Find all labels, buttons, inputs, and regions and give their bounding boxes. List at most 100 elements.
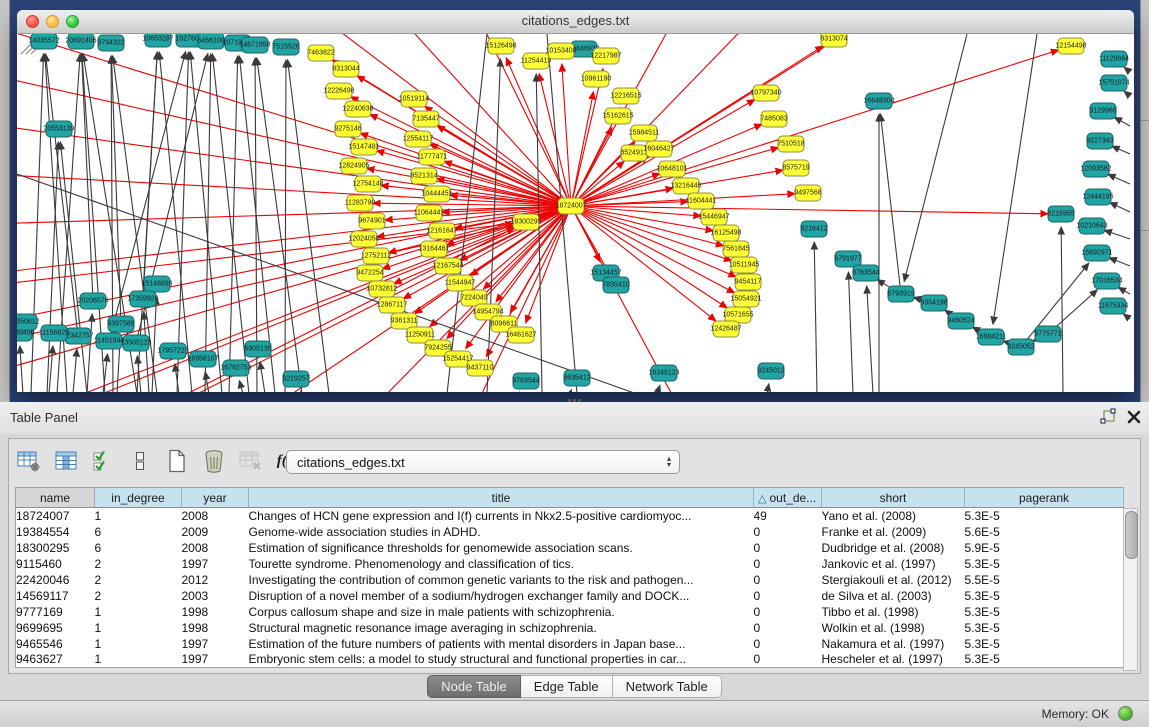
network-node[interactable]: 7463822 <box>308 45 335 62</box>
vertical-scrollbar[interactable] <box>1123 508 1138 671</box>
network-node[interactable]: 12093582 <box>1083 161 1110 178</box>
network-node[interactable]: 8575719 <box>783 160 810 177</box>
cell-title[interactable]: Corpus callosum shape and size in male p… <box>249 604 754 620</box>
network-node[interactable]: 11451944 <box>96 333 123 350</box>
network-node[interactable]: 17016534 <box>1094 273 1121 290</box>
network-node[interactable]: 5905135 <box>245 341 272 358</box>
cell-pagerank[interactable]: 5.3E-5 <box>965 636 1124 652</box>
network-node[interactable]: 16648304 <box>866 93 893 110</box>
cell-name[interactable]: 19384554 <box>16 524 95 540</box>
network-node[interactable]: 9227343 <box>1087 133 1114 150</box>
network-node[interactable]: 7561845 <box>723 241 750 258</box>
network-node[interactable]: 12867117 <box>379 297 406 314</box>
network-node[interactable]: 6793919 <box>888 286 915 303</box>
network-node[interactable]: 11604441 <box>688 193 715 210</box>
cell-year[interactable]: 1998 <box>182 620 249 636</box>
cell-pagerank[interactable]: 5.6E-5 <box>965 524 1124 540</box>
cell-name[interactable]: 9463627 <box>16 652 95 668</box>
table-row[interactable]: 977716911998Corpus callosum shape and si… <box>16 604 1124 620</box>
cell-name[interactable]: 9699695 <box>16 620 95 636</box>
network-node[interactable]: 10648101 <box>659 161 686 178</box>
network-node[interactable]: 12154498 <box>1058 38 1085 55</box>
cell-pagerank[interactable]: 5.3E-5 <box>965 588 1124 604</box>
network-node[interactable]: 18724007 <box>558 198 585 215</box>
cell-short[interactable]: Stergiakouli et al. (2012) <box>822 572 965 588</box>
cell-pagerank[interactable]: 5.9E-5 <box>965 540 1124 556</box>
cell-short[interactable]: Jankovic et al. (1997) <box>822 556 965 572</box>
table-row[interactable]: 946554611997Estimation of the future num… <box>16 636 1124 652</box>
cell-out_degree[interactable]: 0 <box>754 540 822 556</box>
column-header-title[interactable]: title <box>249 488 754 508</box>
network-node[interactable]: 9397588 <box>108 316 135 333</box>
cell-short[interactable]: Tibbo et al. (1998) <box>822 604 965 620</box>
network-node[interactable]: 9275146 <box>335 121 362 138</box>
window-titlebar[interactable]: citations_edges.txt <box>17 10 1134 34</box>
cell-title[interactable]: Changes of HCN gene expression and I(f) … <box>249 508 754 524</box>
cell-year[interactable]: 1997 <box>182 556 249 572</box>
network-node[interactable]: 15162615 <box>605 108 632 125</box>
network-node[interactable]: 9219257 <box>283 371 310 388</box>
cell-year[interactable]: 2009 <box>182 524 249 540</box>
network-node[interactable]: 13164461 <box>421 241 448 258</box>
cell-out_degree[interactable]: 0 <box>754 620 822 636</box>
network-node[interactable]: 12217987 <box>593 48 620 65</box>
select-columns-icon[interactable] <box>89 447 117 475</box>
table-row[interactable]: 946362711997Embryonic stem cells: a mode… <box>16 652 1124 668</box>
network-node[interactable]: 8763544 <box>853 265 880 282</box>
network-node[interactable]: 16125498 <box>713 225 740 242</box>
delete-table-icon[interactable] <box>237 447 265 475</box>
cell-pagerank[interactable]: 5.3E-5 <box>965 604 1124 620</box>
network-node[interactable]: 12554117 <box>405 131 432 148</box>
cell-year[interactable]: 2008 <box>182 540 249 556</box>
network-node[interactable]: 10153408 <box>548 43 575 60</box>
network-node[interactable]: 8216412 <box>801 221 828 238</box>
cell-year[interactable]: 1998 <box>182 604 249 620</box>
cell-in_degree[interactable]: 2 <box>95 588 182 604</box>
tab-node-table[interactable]: Node Table <box>427 675 521 698</box>
table-row[interactable]: 1456911722003Disruption of a novel membe… <box>16 588 1124 604</box>
cell-in_degree[interactable]: 2 <box>95 572 182 588</box>
cell-out_degree[interactable]: 0 <box>754 588 822 604</box>
network-node[interactable]: 7485083 <box>761 111 788 128</box>
network-node[interactable]: 6775771 <box>1035 326 1062 343</box>
network-node[interactable]: 9245012 <box>758 363 785 380</box>
cell-short[interactable]: Franke et al. (2009) <box>822 524 965 540</box>
cell-pagerank[interactable]: 5.3E-5 <box>965 508 1124 524</box>
cell-in_degree[interactable]: 1 <box>95 620 182 636</box>
cell-in_degree[interactable]: 1 <box>95 604 182 620</box>
network-node[interactable]: 16046427 <box>646 141 673 158</box>
memory-indicator-icon[interactable] <box>1118 706 1133 721</box>
network-node[interactable]: 12754148 <box>355 176 382 193</box>
cell-title[interactable]: Structural magnetic resonance image aver… <box>249 620 754 636</box>
cell-year[interactable]: 1997 <box>182 636 249 652</box>
cell-in_degree[interactable]: 1 <box>95 652 182 668</box>
network-node[interactable]: 20206576 <box>80 293 107 310</box>
network-node[interactable]: 11283790 <box>347 195 374 212</box>
network-node[interactable]: 9245052 <box>1008 339 1035 356</box>
network-node[interactable]: 13350612 <box>17 314 38 331</box>
network-node[interactable]: 6466100 <box>198 34 225 50</box>
network-node[interactable]: 16461627 <box>508 327 535 344</box>
table-row[interactable]: 969969511998Structural magnetic resonanc… <box>16 620 1124 636</box>
column-header-out_degree[interactable]: △out_de... <box>754 488 822 508</box>
network-node[interactable]: 10732812 <box>369 281 396 298</box>
cell-short[interactable]: Nakamura et al. (1997) <box>822 636 965 652</box>
network-node[interactable]: 9460524 <box>948 313 975 330</box>
network-node[interactable]: 10961190 <box>583 71 610 88</box>
network-node[interactable]: 12240638 <box>345 101 372 118</box>
cell-year[interactable]: 2012 <box>182 572 249 588</box>
cell-name[interactable]: 9465546 <box>16 636 95 652</box>
network-node[interactable]: 12426487 <box>713 321 740 338</box>
cell-name[interactable]: 9777169 <box>16 604 95 620</box>
network-node[interactable]: 9472254 <box>357 265 384 282</box>
table-row[interactable]: 1830029562008Estimation of significance … <box>16 540 1124 556</box>
cell-title[interactable]: Tourette syndrome. Phenomenology and cla… <box>249 556 754 572</box>
network-node[interactable]: 10797340 <box>753 85 780 102</box>
cell-in_degree[interactable]: 1 <box>95 636 182 652</box>
network-node[interactable]: 10653287 <box>145 34 172 48</box>
network-node[interactable]: 8215955 <box>1048 206 1075 223</box>
delete-rows-icon[interactable] <box>200 447 228 475</box>
network-node[interactable]: 9497568 <box>795 185 822 202</box>
column-header-name[interactable]: name <box>16 488 95 508</box>
network-node[interactable]: 9354198 <box>921 295 948 312</box>
